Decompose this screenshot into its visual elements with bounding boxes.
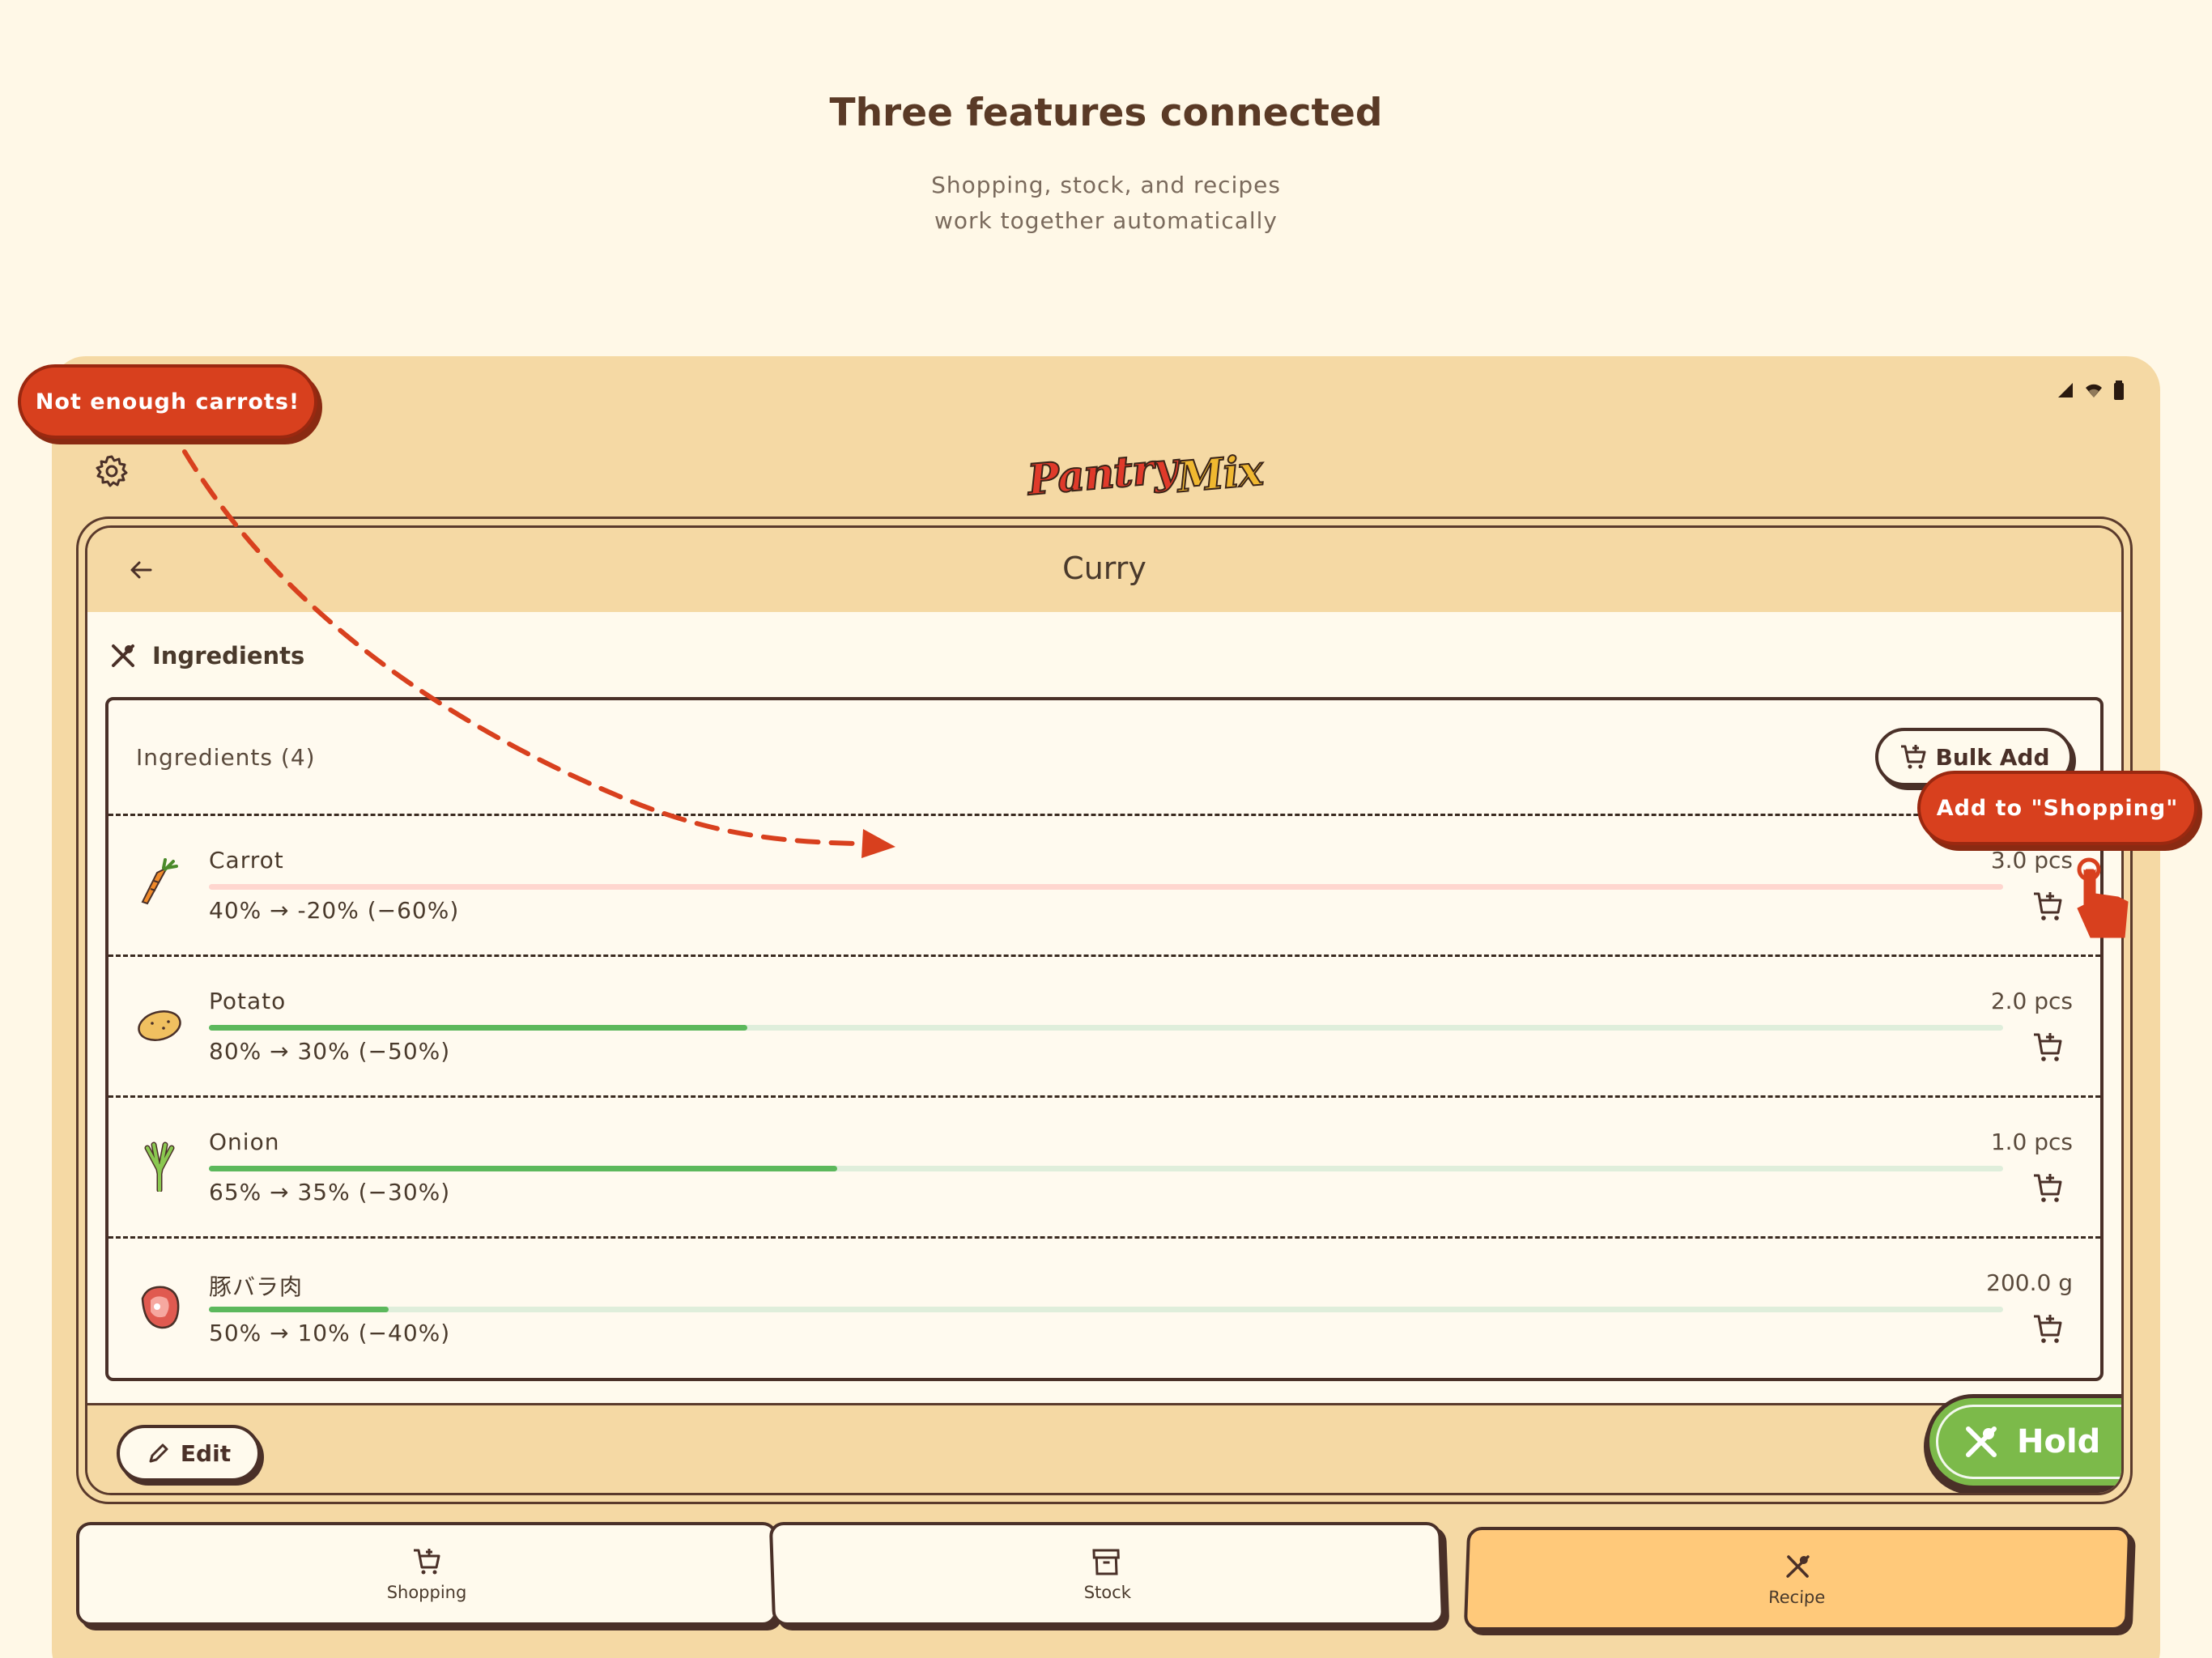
bulk-add-label: Bulk Add [1935,743,2050,771]
add-to-cart-icon[interactable] [2031,1030,2066,1065]
ingredient-name: Potato [209,988,287,1014]
add-to-cart-icon[interactable] [2031,1312,2066,1347]
ingredient-percent-change: 50% → 10% (−40%) [209,1320,451,1346]
ingredient-stock-fill [209,1166,837,1171]
ingredient-stock-bar [209,884,2003,890]
add-to-cart-icon[interactable] [2031,1171,2066,1206]
hero-subtitle-line1: Shopping, stock, and recipes [931,172,1281,198]
recipe-detail-panel: Curry Ingredients Ingredients (4) Bulk A… [85,525,2124,1495]
hold-label: Hold [2017,1423,2101,1460]
callout-add-to-shopping: Add to "Shopping" [1917,771,2197,845]
ingredients-section: Ingredients Ingredients (4) Bulk Add Car… [87,612,2121,1405]
tab-stock-label: Stock [1083,1583,1132,1602]
ingredient-row[interactable]: Potato 2.0 pcs 80% → 30% (−50%) [108,957,2100,1098]
logo-part1: Pantry [1025,442,1180,506]
utensils-icon [112,644,134,667]
archive-icon [1092,1549,1120,1575]
cart-plus-icon [1900,745,1925,769]
add-to-cart-icon[interactable] [2031,889,2066,925]
ingredient-stock-fill [209,1307,389,1312]
ingredients-card: Ingredients (4) Bulk Add Carrot 3.0 pcs 40… [105,697,2104,1381]
meat-icon [141,1286,180,1329]
section-label: Ingredients [108,641,304,670]
tab-stock[interactable]: Stock [768,1522,1445,1626]
ingredient-stock-fill [209,1025,747,1031]
ingredient-quantity: 3.0 pcs [1990,847,2073,874]
callout-not-enough-carrots: Not enough carrots! [18,364,317,439]
ingredients-card-header: Ingredients (4) Bulk Add [108,700,2100,816]
tab-shopping-label: Shopping [386,1583,467,1602]
ingredient-row[interactable]: Onion 1.0 pcs 65% → 35% (−30%) [108,1098,2100,1239]
device-screen: Pantry Mix Curry Ingredients Ingredients… [52,356,2160,1658]
logo-part2: Mix [1174,444,1265,503]
ingredient-stock-bar [209,1025,2003,1031]
ingredient-name: 豚バラ肉 [209,1273,304,1300]
utensils-icon [1786,1555,1810,1578]
ingredients-count: Ingredients (4) [136,744,316,771]
app-logo: Pantry Mix [1007,441,1283,506]
tab-recipe-label: Recipe [1767,1588,1826,1607]
hero-title: Three features connected [829,91,1383,135]
ingredient-name: Carrot [209,847,284,874]
status-bar [2057,380,2125,400]
bottom-action-bar: Edit Hold [87,1394,2121,1493]
gear-icon[interactable] [94,453,130,489]
tap-hand-icon [2077,857,2129,938]
ingredient-percent-change: 80% → 30% (−50%) [209,1038,451,1065]
utensils-icon [1966,1426,1997,1457]
ingredient-percent-change: 65% → 35% (−30%) [209,1179,451,1205]
cart-icon [414,1549,440,1575]
carrot-icon [141,858,178,905]
potato-icon [138,1010,181,1041]
ingredient-stock-bar [209,1166,2003,1171]
onion-icon [144,1141,175,1192]
recipe-detail-frame: Curry Ingredients Ingredients (4) Bulk A… [76,517,2133,1504]
page-title: Curry [1062,551,1146,586]
hero-subtitle-line2: work together automatically [934,207,1278,234]
ingredient-percent-change: 40% → -20% (−60%) [209,897,460,924]
tab-recipe[interactable]: Recipe [1463,1527,2132,1630]
hero-subtitle: Shopping, stock, and recipes work togeth… [0,168,2212,239]
ingredient-row[interactable]: Carrot 3.0 pcs 40% → -20% (−60%) [108,816,2100,957]
header-bar: Curry [87,528,2121,612]
ingredient-name: Onion [209,1129,280,1155]
section-label-text: Ingredients [152,642,305,670]
ingredient-quantity: 2.0 pcs [1990,988,2073,1014]
pencil-icon [149,1443,168,1463]
ingredient-quantity: 200.0 g [1986,1269,2073,1296]
signal-icon [2058,383,2073,397]
ingredient-row[interactable]: 豚バラ肉 200.0 g 50% → 10% (−40%) [108,1239,2100,1380]
ingredient-quantity: 1.0 pcs [1990,1129,2073,1155]
edit-label: Edit [180,1439,232,1467]
battery-icon [2114,380,2124,400]
tab-shopping[interactable]: Shopping [76,1522,777,1626]
ingredient-stock-bar [209,1307,2003,1312]
edit-button[interactable]: Edit [117,1425,261,1482]
wifi-icon [2086,384,2102,397]
hold-button[interactable]: Hold [1925,1394,2121,1490]
